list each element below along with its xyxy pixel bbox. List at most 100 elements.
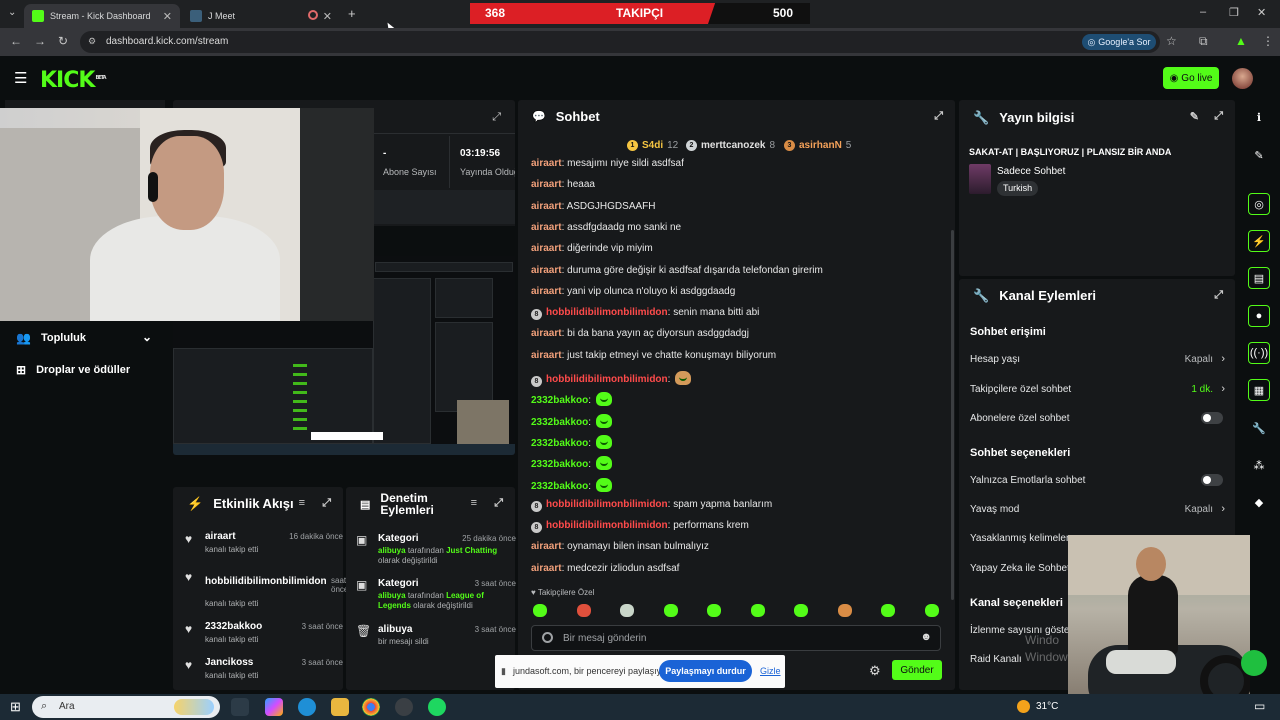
camera-icon[interactable]: ◎ [1248, 193, 1270, 215]
bookmark-star-icon[interactable]: ☆ [1166, 34, 1177, 48]
spotify-icon[interactable] [428, 698, 446, 716]
task-view-icon[interactable] [231, 698, 249, 716]
chat-message-input[interactable]: Bir mesaj gönderin ☻ [531, 625, 941, 651]
chevron-right-icon[interactable]: › [1221, 383, 1225, 395]
obs-icon[interactable] [395, 698, 413, 716]
url-field[interactable]: ⚙ dashboard.kick.com/stream [80, 31, 1160, 53]
tab-kick-dashboard[interactable]: Stream - Kick Dashboard ✕ [24, 4, 180, 28]
chat-username[interactable]: airaart [531, 328, 562, 339]
reload-icon[interactable]: ↻ [58, 34, 68, 48]
chat-settings-gear-icon[interactable]: ⚙ [869, 663, 881, 679]
chat-scrollbar[interactable] [951, 230, 954, 600]
chat-username[interactable]: airaart [531, 563, 562, 574]
google-ask-button[interactable]: ◎ Google'a Sor [1082, 34, 1156, 50]
edit-pencil-icon[interactable]: ✎ [1248, 144, 1270, 166]
emote-icon[interactable] [925, 604, 939, 617]
mod-category[interactable]: Just Chatting [446, 546, 497, 555]
chat-username[interactable]: airaart [531, 201, 562, 212]
notifications-icon[interactable]: ▭ [1254, 699, 1265, 713]
emote-icon[interactable] [664, 604, 678, 617]
expand-icon[interactable]: ⤢ [1214, 110, 1223, 123]
sidebar-item-drops[interactable]: ⊞ Droplar ve ödüller [16, 363, 130, 377]
subscribers-only-toggle[interactable] [1201, 412, 1223, 424]
tab-close-icon[interactable]: ✕ [163, 10, 172, 23]
emote-icon[interactable] [620, 604, 634, 617]
chevron-right-icon[interactable]: › [1221, 503, 1225, 515]
chat-username[interactable]: airaart [531, 222, 562, 233]
forward-icon[interactable]: → [34, 34, 46, 48]
go-live-button[interactable]: ◉ Go live [1163, 67, 1219, 89]
emote-icon[interactable] [707, 604, 721, 617]
setting-subscribers-only[interactable]: Abonelere özel sohbet [970, 412, 1225, 424]
layout-icon[interactable]: ▦ [1248, 379, 1270, 401]
chat-username[interactable]: 2332bakkoo [531, 417, 588, 428]
kick-logo[interactable]: KICKBETA [40, 68, 107, 93]
chat-username[interactable]: hobbilidibilimonbilimidon [546, 499, 668, 510]
taskbar-search[interactable]: ⌕ Ara [32, 696, 220, 718]
emote-only-toggle[interactable] [1201, 474, 1223, 486]
chat-username[interactable]: airaart [531, 243, 562, 254]
restore-button[interactable]: ❐ [1229, 6, 1239, 19]
back-icon[interactable]: ← [10, 34, 22, 48]
stream-category[interactable]: Sadece Sohbet [997, 166, 1065, 177]
profile-extension-icon[interactable]: ▲ [1235, 34, 1247, 48]
chat-username[interactable]: 2332bakkoo [531, 438, 588, 449]
hamburger-menu-icon[interactable]: ☰ [14, 69, 27, 87]
top-chatter[interactable]: 1 S4di 12 [627, 140, 678, 151]
browser-menu-icon[interactable]: ⋮ [1262, 34, 1274, 48]
emote-icon[interactable] [838, 604, 852, 617]
event-user[interactable]: 2332bakkoo [205, 621, 262, 632]
chat-username[interactable]: airaart [531, 350, 562, 361]
top-chatter[interactable]: 2 merttcanozek 8 [686, 140, 775, 151]
user-avatar[interactable] [1232, 68, 1253, 89]
weather-sun-icon[interactable] [1017, 700, 1030, 713]
filter-icon[interactable]: ≡ [299, 497, 305, 509]
setting-followers-only[interactable]: Takipçilere özel sohbet 1 dk. › [970, 383, 1225, 395]
top-chatter[interactable]: 3 asirhanN 5 [784, 140, 851, 151]
emote-icon[interactable] [533, 604, 547, 617]
chat-username[interactable]: 2332bakkoo [531, 481, 588, 492]
expand-icon[interactable]: ⤢ [494, 497, 503, 510]
expand-icon[interactable]: ⤢ [934, 110, 943, 123]
chat-username[interactable]: hobbilidibilimonbilimidon [546, 520, 668, 531]
chat-username[interactable]: airaart [531, 541, 562, 552]
close-window-button[interactable]: ✕ [1257, 6, 1266, 19]
mod-user[interactable]: alibuya [378, 546, 406, 555]
hide-banner-link[interactable]: Gizle [760, 666, 781, 676]
whatsapp-float-icon[interactable] [1241, 650, 1267, 676]
extensions-icon[interactable]: ⧉ [1199, 34, 1208, 49]
info-icon[interactable]: ℹ [1248, 106, 1270, 128]
broadcast-icon[interactable]: ((·)) [1248, 342, 1270, 364]
send-message-button[interactable]: Gönder [892, 660, 942, 680]
expand-icon[interactable]: ⤢ [322, 497, 331, 510]
event-user[interactable]: Jancikoss [205, 657, 253, 668]
emote-icon[interactable] [794, 604, 808, 617]
emote-icon[interactable] [751, 604, 765, 617]
diamond-icon[interactable]: ◆ [1248, 491, 1270, 513]
chat-username[interactable]: airaart [531, 286, 562, 297]
bolt-icon[interactable]: ⚡ [1248, 230, 1270, 252]
mod-title[interactable]: alibuya [378, 624, 412, 635]
mod-user[interactable]: alibuya [378, 591, 406, 600]
copilot-icon[interactable] [265, 698, 283, 716]
chrome-icon[interactable] [362, 698, 380, 716]
chat-username[interactable]: 2332bakkoo [531, 459, 588, 470]
share-icon[interactable]: ⁂ [1248, 454, 1270, 476]
setting-account-age[interactable]: Hesap yaşı Kapalı › [970, 353, 1225, 365]
wrench-icon[interactable]: 🔧 [1248, 417, 1270, 439]
chat-bubble-icon[interactable]: ● [1248, 305, 1270, 327]
user-badge-icon[interactable] [542, 632, 553, 643]
emoji-icon[interactable]: ☻ [920, 631, 932, 643]
edge-icon[interactable] [298, 698, 316, 716]
chat-username[interactable]: airaart [531, 179, 562, 190]
document-icon[interactable]: ▤ [1248, 267, 1270, 289]
expand-icon[interactable]: ⤢ [492, 111, 501, 124]
new-tab-button[interactable]: + [348, 6, 356, 21]
chevron-down-icon[interactable]: ⌄ [142, 330, 152, 344]
filter-icon[interactable]: ≡ [471, 497, 477, 509]
chat-username[interactable]: hobbilidibilimonbilimidon [546, 374, 668, 385]
minimize-button[interactable]: – [1200, 6, 1206, 18]
tab-search-icon[interactable]: ⌄ [8, 7, 16, 18]
site-info-icon[interactable]: ⚙ [88, 36, 96, 47]
sidebar-item-community[interactable]: 👥 Topluluk ⌄ [16, 330, 152, 345]
